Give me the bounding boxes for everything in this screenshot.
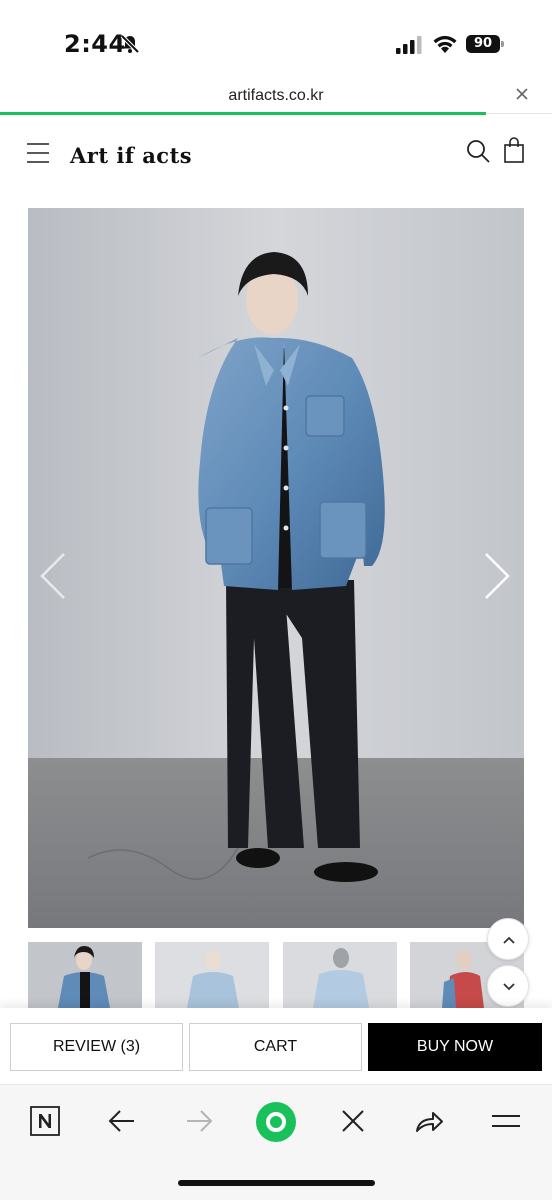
review-button[interactable]: REVIEW (3) bbox=[10, 1023, 183, 1071]
close-tab-icon bbox=[342, 1110, 364, 1132]
chevron-left-icon[interactable] bbox=[36, 550, 70, 602]
site-logo[interactable]: Art if acts bbox=[70, 143, 192, 168]
status-time: 2:44 bbox=[64, 30, 126, 58]
battery-level: 90 bbox=[466, 35, 500, 53]
home-indicator bbox=[178, 1180, 375, 1186]
chevron-right-icon[interactable] bbox=[480, 550, 514, 602]
green-dot-button[interactable] bbox=[255, 1101, 297, 1143]
thumbnail-2[interactable] bbox=[155, 942, 269, 1008]
buy-now-button[interactable]: BUY NOW bbox=[368, 1023, 542, 1071]
more-menu-button[interactable] bbox=[490, 1105, 522, 1137]
back-button[interactable] bbox=[106, 1105, 138, 1137]
status-bar: 2:44 90 bbox=[0, 0, 552, 80]
thumbnail-1[interactable] bbox=[28, 942, 142, 1008]
close-tab-button[interactable] bbox=[337, 1105, 369, 1137]
thumbnail-strip bbox=[28, 942, 552, 1008]
thumbnail-3[interactable] bbox=[283, 942, 397, 1008]
site-header: Art if acts bbox=[0, 125, 552, 185]
url-bar[interactable]: artifacts.co.kr bbox=[0, 80, 552, 114]
forward-button[interactable] bbox=[183, 1105, 215, 1137]
chevron-down-icon bbox=[503, 983, 515, 991]
bell-off-icon bbox=[120, 34, 140, 54]
menu-icon[interactable] bbox=[27, 142, 49, 164]
naver-home-button[interactable] bbox=[29, 1105, 61, 1137]
wifi-icon bbox=[433, 35, 457, 53]
page-load-progress bbox=[0, 112, 486, 115]
naver-n-icon bbox=[30, 1106, 60, 1136]
product-image[interactable] bbox=[28, 208, 524, 928]
bag-icon[interactable] bbox=[503, 137, 525, 163]
share-icon bbox=[416, 1112, 443, 1132]
back-arrow-icon bbox=[108, 1110, 134, 1132]
battery-icon: 90 bbox=[466, 35, 504, 53]
close-icon[interactable] bbox=[514, 86, 530, 102]
scroll-up-button[interactable] bbox=[487, 918, 529, 960]
share-button[interactable] bbox=[413, 1105, 445, 1137]
forward-arrow-icon bbox=[187, 1110, 213, 1132]
url-text[interactable]: artifacts.co.kr bbox=[0, 87, 552, 105]
search-icon[interactable] bbox=[466, 139, 490, 163]
more-menu-icon bbox=[492, 1115, 520, 1127]
signal-icon bbox=[396, 36, 422, 54]
cart-button[interactable]: CART bbox=[189, 1023, 362, 1071]
action-bar: REVIEW (3) CART BUY NOW bbox=[0, 1008, 552, 1084]
green-dot-icon bbox=[256, 1102, 296, 1142]
scroll-down-button[interactable] bbox=[487, 965, 529, 1007]
chevron-up-icon bbox=[503, 936, 515, 944]
